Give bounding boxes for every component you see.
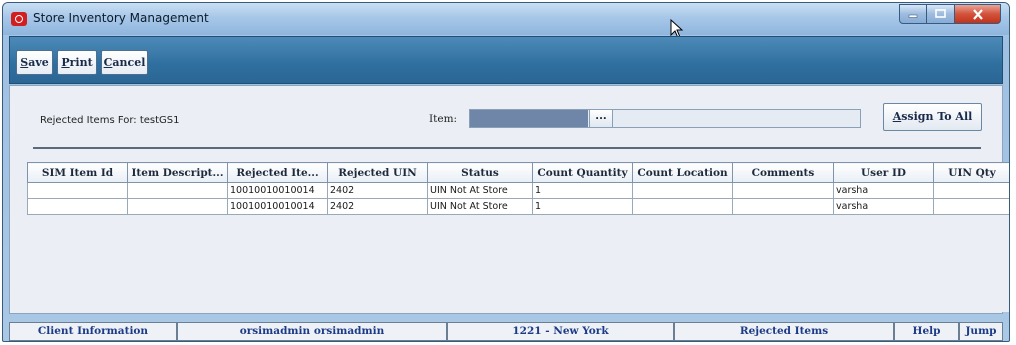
- cell-count-quantity[interactable]: 1: [532, 198, 633, 215]
- cell-comments[interactable]: [732, 198, 834, 215]
- minimize-icon: [908, 14, 918, 18]
- cell-item-description[interactable]: [127, 198, 228, 215]
- assign-label: ssign To All: [901, 110, 973, 123]
- status-store: 1221 - New York: [447, 322, 674, 341]
- cancel-label: ancel: [112, 56, 146, 69]
- col-comments[interactable]: Comments: [732, 162, 834, 183]
- window-title: Store Inventory Management: [33, 11, 209, 25]
- cell-rejected-item[interactable]: 10010010010014: [227, 198, 328, 215]
- item-input[interactable]: [470, 110, 588, 127]
- cell-status[interactable]: UIN Not At Store: [427, 182, 533, 199]
- rejected-items-table: SIM Item Id Item Descript... Rejected It…: [27, 162, 1009, 312]
- print-mnemonic: P: [61, 56, 70, 69]
- print-button[interactable]: Print: [57, 50, 97, 75]
- cell-uin-qty[interactable]: [933, 198, 1009, 215]
- cell-count-location[interactable]: [632, 198, 733, 215]
- item-lookup-button[interactable]: ...: [589, 110, 613, 127]
- close-button[interactable]: [955, 4, 1001, 24]
- cell-user-id[interactable]: varsha: [833, 198, 934, 215]
- cell-comments[interactable]: [732, 182, 834, 199]
- oracle-logo-icon: [11, 12, 27, 26]
- item-field: ...: [469, 109, 861, 128]
- assign-mnemonic: A: [892, 110, 902, 123]
- cell-rejected-uin[interactable]: 2402: [327, 198, 428, 215]
- cell-status[interactable]: UIN Not At Store: [427, 198, 533, 215]
- cell-user-id[interactable]: varsha: [833, 182, 934, 199]
- col-uin-qty[interactable]: UIN Qty: [933, 162, 1009, 183]
- cell-count-quantity[interactable]: 1: [532, 182, 633, 199]
- jump-button[interactable]: Jump: [959, 322, 1003, 341]
- assign-to-all-button[interactable]: Assign To All: [883, 103, 982, 131]
- save-mnemonic: S: [20, 56, 29, 69]
- cell-rejected-item[interactable]: 10010010010014: [227, 182, 328, 199]
- divider: [33, 147, 981, 149]
- col-status[interactable]: Status: [427, 162, 533, 183]
- status-screen-name: Rejected Items: [674, 322, 894, 341]
- toolbar: Save Print Cancel: [9, 36, 1003, 84]
- rejected-items-label: Rejected Items For:: [40, 115, 137, 126]
- table-row[interactable]: 10010010010014 2402 UIN Not At Store 1 v…: [27, 198, 1009, 215]
- help-button[interactable]: Help: [894, 322, 959, 341]
- cell-sim-item-id[interactable]: [27, 198, 128, 215]
- window-controls: [899, 4, 1001, 24]
- app-window: Store Inventory Management Save Print Ca…: [2, 2, 1010, 342]
- cell-item-description[interactable]: [127, 182, 228, 199]
- col-rejected-uin[interactable]: Rejected UIN: [327, 162, 428, 183]
- rejected-items-grid: SIM Item Id Item Descript... Rejected It…: [27, 162, 1009, 215]
- cell-count-location[interactable]: [632, 182, 733, 199]
- cell-uin-qty[interactable]: [933, 182, 1009, 199]
- table-row[interactable]: 10010010010014 2402 UIN Not At Store 1 v…: [27, 182, 1009, 199]
- col-user-id[interactable]: User ID: [833, 162, 934, 183]
- save-button[interactable]: Save: [16, 50, 53, 75]
- col-count-quantity[interactable]: Count Quantity: [532, 162, 633, 183]
- table-header-row: SIM Item Id Item Descript... Rejected It…: [27, 162, 1009, 183]
- maximize-icon: [935, 9, 946, 18]
- close-icon: [972, 8, 983, 20]
- rejected-items-panel: Rejected Items For: testGS1 Item: ... As…: [9, 85, 1009, 314]
- col-count-location[interactable]: Count Location: [632, 162, 733, 183]
- title-bar[interactable]: Store Inventory Management: [3, 3, 1009, 39]
- print-label: rint: [69, 56, 93, 69]
- col-sim-item-id[interactable]: SIM Item Id: [27, 162, 128, 183]
- cell-rejected-uin[interactable]: 2402: [327, 182, 428, 199]
- rejected-items-store: testGS1: [139, 115, 180, 126]
- status-client-information[interactable]: Client Information: [9, 322, 177, 341]
- maximize-button[interactable]: [927, 4, 955, 24]
- status-user: orsimadmin orsimadmin: [177, 322, 447, 341]
- minimize-button[interactable]: [899, 4, 927, 24]
- rejected-items-header: Rejected Items For: testGS1: [40, 115, 180, 126]
- save-label: ave: [28, 56, 49, 69]
- col-item-description[interactable]: Item Descript...: [127, 162, 228, 183]
- item-label: Item:: [429, 113, 458, 125]
- cancel-button[interactable]: Cancel: [101, 50, 148, 75]
- cell-sim-item-id[interactable]: [27, 182, 128, 199]
- status-bar: Client Information orsimadmin orsimadmin…: [9, 322, 1003, 341]
- col-rejected-item[interactable]: Rejected Ite...: [227, 162, 328, 183]
